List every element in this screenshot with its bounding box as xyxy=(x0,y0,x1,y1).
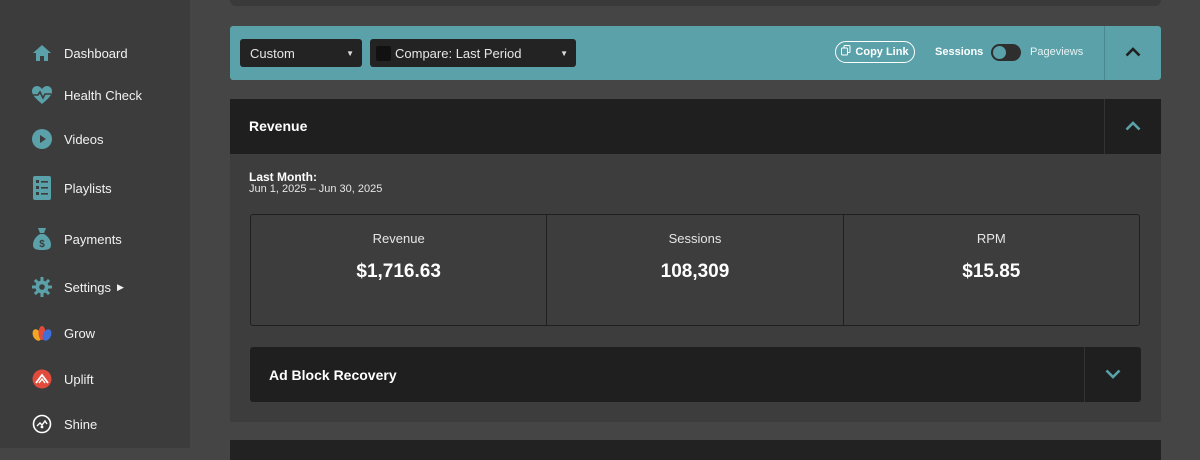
revenue-panel: Revenue Last Month: Jun 1, 2025 – Jun 30… xyxy=(230,99,1161,422)
top-panel-edge xyxy=(230,0,1161,6)
money-bag-icon: $ xyxy=(30,227,54,251)
sidebar: Dashboard Health Check Videos Playlists … xyxy=(0,0,190,448)
date-range-value: Custom xyxy=(250,45,295,61)
revenue-panel-header: Revenue xyxy=(230,99,1161,154)
heartbeat-icon xyxy=(30,83,54,107)
ad-block-expand-button[interactable] xyxy=(1085,347,1141,402)
svg-text:$: $ xyxy=(39,239,45,250)
period-range: Jun 1, 2025 – Jun 30, 2025 xyxy=(249,183,383,195)
stats-row: Revenue $1,716.63 Sessions 108,309 RPM $… xyxy=(250,214,1140,326)
stat-revenue: Revenue $1,716.63 xyxy=(251,215,546,325)
sidebar-item-label: Settings xyxy=(64,279,111,295)
sidebar-item-videos[interactable]: Videos xyxy=(30,125,104,153)
sidebar-item-label: Payments xyxy=(64,231,122,247)
sidebar-item-payments[interactable]: $ Payments xyxy=(30,225,122,253)
stat-value: 108,309 xyxy=(660,261,730,282)
sidebar-item-label: Dashboard xyxy=(64,45,128,61)
sessions-pageviews-toggle[interactable] xyxy=(991,44,1021,61)
gear-icon xyxy=(30,275,54,299)
chevron-up-icon xyxy=(1125,118,1141,136)
sidebar-item-health-check[interactable]: Health Check xyxy=(30,81,142,109)
sidebar-item-settings[interactable]: Settings ▶ xyxy=(30,273,124,301)
compare-select[interactable]: Compare: Last Period ▼ xyxy=(370,39,576,67)
chevron-down-icon xyxy=(1105,366,1121,384)
date-range-select[interactable]: Custom ▼ xyxy=(240,39,362,67)
sidebar-item-dashboard[interactable]: Dashboard xyxy=(30,39,128,67)
grow-logo-icon xyxy=(30,321,54,345)
sidebar-item-label: Grow xyxy=(64,325,96,341)
caret-right-icon: ▶ xyxy=(116,281,124,292)
uplift-logo-icon xyxy=(30,367,54,391)
home-icon xyxy=(30,41,54,65)
sidebar-item-label: Uplift xyxy=(64,371,94,387)
toggle-label-pageviews: Pageviews xyxy=(1030,46,1084,58)
period-label: Last Month: xyxy=(249,170,317,184)
caret-down-icon: ▼ xyxy=(346,48,354,58)
copy-link-button[interactable]: Copy Link xyxy=(835,41,915,63)
stat-label: RPM xyxy=(976,231,1006,246)
sidebar-item-label: Shine xyxy=(64,416,98,432)
filter-toolbar: Custom ▼ Compare: Last Period ▼ Copy Lin… xyxy=(230,26,1161,80)
sidebar-item-shine[interactable]: Shine xyxy=(30,410,97,438)
toggle-label-sessions: Sessions xyxy=(935,46,984,58)
stat-sessions: Sessions 108,309 xyxy=(546,215,842,325)
sidebar-item-label: Videos xyxy=(64,131,104,147)
revenue-collapse-button[interactable] xyxy=(1105,99,1161,154)
stat-rpm: RPM $15.85 xyxy=(842,215,1139,325)
copy-link-label: Copy Link xyxy=(855,46,909,58)
next-panel-edge xyxy=(230,440,1161,460)
sidebar-item-label: Health Check xyxy=(64,87,143,103)
copy-icon xyxy=(841,45,851,59)
sidebar-item-uplift[interactable]: Uplift xyxy=(30,365,94,393)
compare-color-swatch xyxy=(376,45,391,61)
chevron-up-icon xyxy=(1125,44,1141,62)
revenue-panel-title: Revenue xyxy=(249,118,308,134)
toggle-knob xyxy=(993,46,1006,59)
shine-logo-icon xyxy=(30,412,54,436)
sidebar-item-label: Playlists xyxy=(64,180,112,196)
list-icon xyxy=(30,176,54,200)
caret-down-icon: ▼ xyxy=(560,48,568,58)
stat-value: $15.85 xyxy=(962,261,1021,282)
stat-label: Revenue xyxy=(372,231,425,246)
sidebar-item-grow[interactable]: Grow xyxy=(30,319,95,347)
play-circle-icon xyxy=(30,127,54,151)
ad-block-recovery-title: Ad Block Recovery xyxy=(269,367,397,383)
sidebar-item-playlists[interactable]: Playlists xyxy=(30,174,112,202)
ad-block-recovery-panel[interactable]: Ad Block Recovery xyxy=(250,347,1141,402)
stat-value: $1,716.63 xyxy=(356,261,441,282)
toolbar-collapse-button[interactable] xyxy=(1105,26,1161,80)
compare-value: Compare: Last Period xyxy=(395,45,522,61)
stat-label: Sessions xyxy=(668,231,722,246)
